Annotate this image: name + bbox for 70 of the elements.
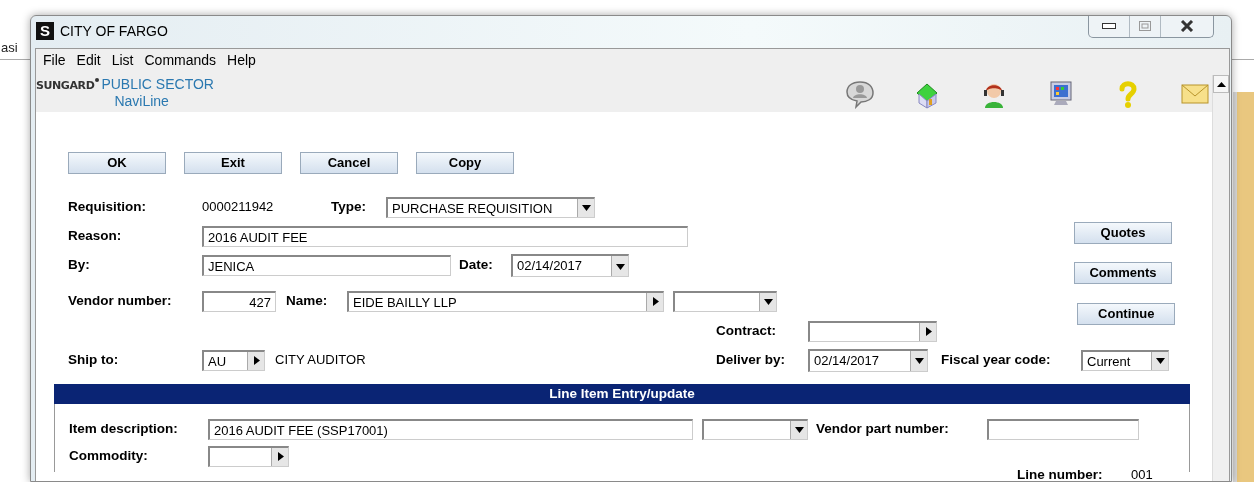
requisition-value: 0000211942 (202, 198, 275, 217)
action-button[interactable]: Quotes (1074, 222, 1172, 244)
up-arrow-icon (1216, 81, 1226, 87)
fiscal-year-code-dropdown[interactable]: Current (1081, 349, 1169, 371)
line-number-label: Line number: (1017, 466, 1103, 481)
chat-person-icon[interactable] (845, 79, 875, 109)
action-button[interactable]: Continue (1077, 303, 1176, 325)
deliver-by-label: Deliver by: (716, 351, 786, 367)
caret-right-icon (650, 297, 660, 306)
vendor-part-number-field[interactable] (987, 418, 1139, 440)
action-button[interactable]: OK (68, 152, 166, 174)
caret-down-icon (1155, 356, 1165, 365)
logo-mark-icon (95, 78, 100, 82)
menu-item[interactable]: Help (227, 49, 256, 71)
scrollbar[interactable] (1212, 75, 1229, 481)
minimize-icon (1102, 23, 1116, 29)
company-logo: SUNGARD (36, 78, 95, 94)
requisition-label: Requisition: (68, 198, 146, 214)
type-dropdown[interactable]: PURCHASE REQUISITION (386, 196, 595, 218)
line-number-value: 001 (1131, 466, 1153, 481)
action-button[interactable]: Cancel (300, 152, 398, 174)
menu-item[interactable]: Commands (144, 49, 217, 71)
background-bookmark-text: asi (1, 39, 18, 57)
type-label: Type: (331, 198, 366, 214)
by-field[interactable]: JENICA (202, 255, 451, 276)
ship-to-lookup-field[interactable]: AU (202, 349, 265, 371)
reason-label: Reason: (68, 227, 122, 243)
contract-lookup-field[interactable] (808, 320, 937, 342)
division-name: PUBLIC SECTOR (101, 76, 214, 93)
caret-right-icon (275, 452, 285, 461)
close-icon (1180, 20, 1194, 32)
fiscal-year-code-label: Fiscal year code: (941, 351, 1051, 367)
menu-item[interactable]: Edit (76, 49, 101, 71)
by-label: By: (68, 257, 90, 273)
caret-down-icon (763, 297, 773, 306)
product-name: NaviLine (114, 93, 170, 110)
vendor-option-dropdown[interactable] (673, 290, 777, 312)
vendor-name-lookup-field[interactable]: EIDE BAILLY LLP (347, 290, 664, 312)
item-description-field[interactable]: 2016 AUDIT FEE (SSP17001) (208, 418, 693, 440)
action-button[interactable]: Comments (1074, 262, 1172, 284)
caret-right-icon (923, 327, 933, 336)
scroll-up-button[interactable] (1213, 75, 1229, 93)
app-logo: S (36, 22, 54, 40)
item-option-dropdown[interactable] (702, 418, 808, 440)
window-title: CITY OF FARGO (60, 22, 168, 40)
menu-item[interactable]: File (43, 49, 66, 71)
date-dropdown[interactable]: 02/14/2017 (511, 254, 629, 277)
ship-to-name-value: CITY AUDITOR (275, 352, 366, 368)
contract-label: Contract: (716, 322, 776, 338)
commodity-label: Commodity: (69, 447, 148, 463)
deliver-by-dropdown[interactable]: 02/14/2017 (808, 348, 928, 372)
vendor-name-label: Name: (286, 292, 328, 308)
caret-down-icon (615, 261, 625, 271)
item-description-label: Item description: (69, 420, 178, 436)
section-header: Line Item Entry/update (54, 384, 1190, 404)
caret-down-icon (581, 203, 591, 212)
vendor-number-label: Vendor number: (68, 292, 172, 308)
action-button[interactable]: Exit (184, 152, 282, 174)
commodity-lookup-field[interactable] (208, 445, 289, 467)
date-label: Date: (459, 257, 493, 273)
reason-field[interactable]: 2016 AUDIT FEE (202, 225, 688, 247)
maximize-icon (1139, 21, 1151, 31)
caret-down-icon (914, 356, 924, 365)
caret-down-icon (794, 425, 804, 434)
caret-right-icon (251, 356, 261, 365)
action-button[interactable]: Copy (416, 152, 514, 174)
vendor-number-field[interactable]: 427 (202, 290, 276, 312)
vendor-part-number-label: Vendor part number: (816, 420, 949, 436)
menu-item[interactable]: List (111, 49, 134, 71)
ship-to-label: Ship to: (68, 351, 119, 367)
